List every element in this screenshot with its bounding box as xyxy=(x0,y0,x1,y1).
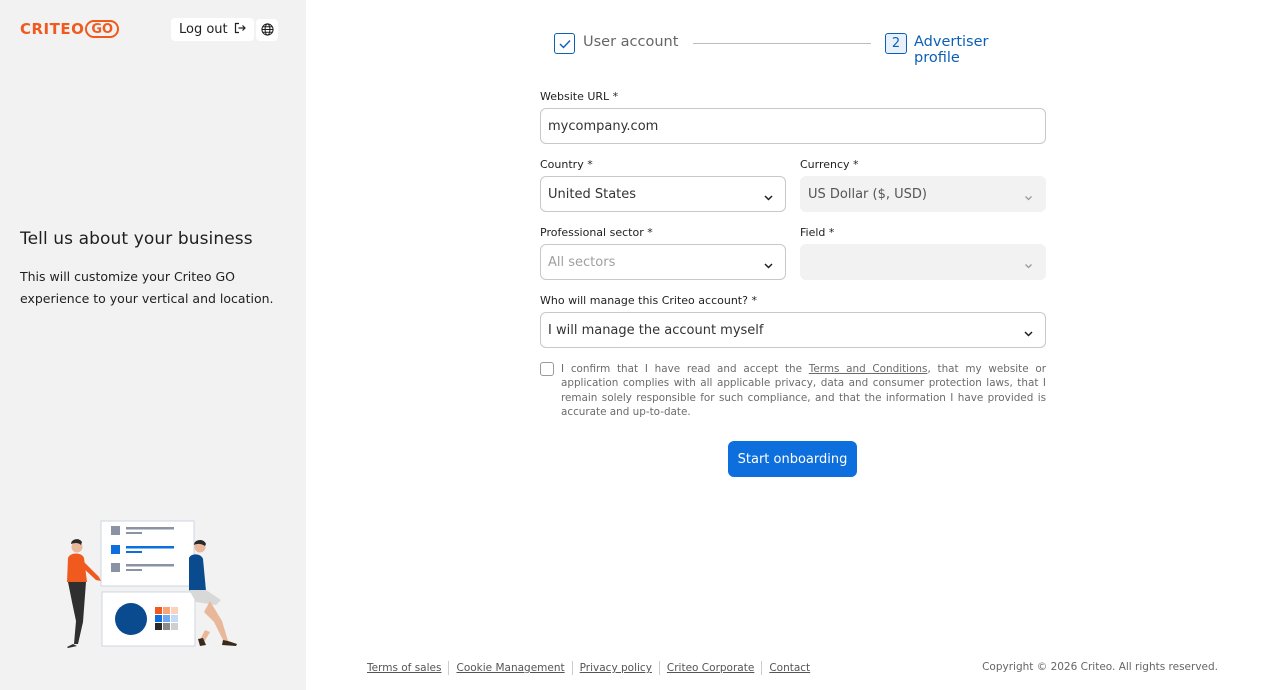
step-1-status xyxy=(554,33,575,54)
footer-link-criteo-corporate[interactable]: Criteo Corporate xyxy=(667,662,754,674)
language-button[interactable] xyxy=(256,19,278,41)
sector-placeholder: All sectors xyxy=(548,254,616,270)
logout-button[interactable]: Log out xyxy=(171,18,254,41)
footer-links: Terms of sales Cookie Management Privacy… xyxy=(367,661,810,675)
checkmark-icon xyxy=(559,34,571,53)
chevron-down-icon xyxy=(764,190,773,205)
terms-consent: I confirm that I have read and accept th… xyxy=(540,362,1046,420)
terms-checkbox[interactable] xyxy=(540,362,554,376)
manager-select[interactable]: I will manage the account myself xyxy=(540,312,1046,348)
chevron-down-icon xyxy=(764,258,773,273)
consent-text: I confirm that I have read and accept th… xyxy=(561,362,1046,420)
chevron-down-icon xyxy=(1024,190,1033,205)
currency-value: US Dollar ($, USD) xyxy=(808,186,927,202)
country-label: Country * xyxy=(540,158,593,171)
intro-description: This will customize your Criteo GO exper… xyxy=(20,269,274,306)
country-value: United States xyxy=(548,186,637,202)
footer-separator xyxy=(658,661,660,675)
sector-label: Professional sector * xyxy=(540,226,653,239)
logout-icon xyxy=(234,22,246,38)
onboarding-illustration xyxy=(67,520,237,648)
website-url-label: Website URL * xyxy=(540,90,619,103)
footer-separator xyxy=(761,661,763,675)
chevron-down-icon xyxy=(1024,326,1033,341)
start-onboarding-button[interactable]: Start onboarding xyxy=(728,441,857,477)
onboarding-stepper: User account 2 Advertiser profile xyxy=(554,32,1034,66)
step-connector xyxy=(693,43,871,44)
footer-link-contact[interactable]: Contact xyxy=(769,662,810,674)
field-select xyxy=(800,244,1046,280)
logo-go-badge: GO xyxy=(85,20,120,38)
globe-icon xyxy=(260,21,274,40)
step-2-number: 2 xyxy=(885,33,907,54)
currency-label: Currency * xyxy=(800,158,859,171)
consent-text-before: I confirm that I have read and accept th… xyxy=(561,363,809,375)
chevron-down-icon xyxy=(1024,258,1033,273)
footer-separator xyxy=(571,661,573,675)
currency-select: US Dollar ($, USD) xyxy=(800,176,1046,212)
copyright-text: Copyright © 2026 Criteo. All rights rese… xyxy=(982,661,1218,673)
footer-link-terms-of-sales[interactable]: Terms of sales xyxy=(367,662,441,674)
footer-link-cookie-management[interactable]: Cookie Management xyxy=(456,662,564,674)
criteo-go-logo[interactable]: CRITEO GO xyxy=(20,19,120,39)
manager-label: Who will manage this Criteo account? * xyxy=(540,294,757,307)
footer-separator xyxy=(448,661,450,675)
terms-link[interactable]: Terms and Conditions xyxy=(809,363,928,375)
manager-value: I will manage the account myself xyxy=(548,322,764,338)
country-select[interactable]: United States xyxy=(540,176,786,212)
website-url-input[interactable]: mycompany.com xyxy=(540,108,1046,144)
left-panel: CRITEO GO Log out Tell us about your bus… xyxy=(0,0,306,690)
logo-wordmark: CRITEO xyxy=(20,20,85,38)
website-url-value: mycompany.com xyxy=(548,118,659,134)
footer-link-privacy-policy[interactable]: Privacy policy xyxy=(580,662,652,674)
step-1-label: User account xyxy=(583,34,679,50)
field-label: Field * xyxy=(800,226,835,239)
logout-label: Log out xyxy=(179,22,228,37)
step-2-label: Advertiser profile xyxy=(914,34,989,66)
sector-select[interactable]: All sectors xyxy=(540,244,786,280)
intro-title: Tell us about your business xyxy=(20,229,253,249)
